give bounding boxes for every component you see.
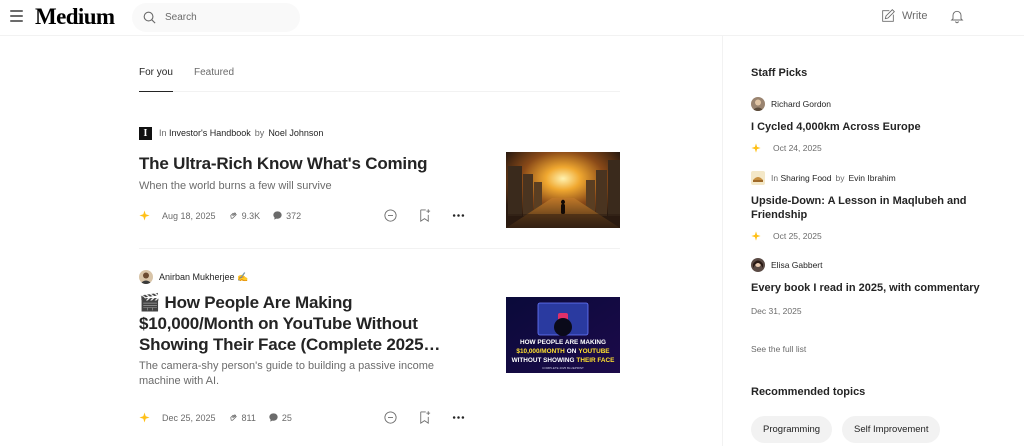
bookmark-add-icon[interactable]: [417, 410, 432, 425]
clap-count[interactable]: 811: [228, 412, 256, 423]
member-sparkle-icon: [139, 412, 150, 423]
article-subtitle[interactable]: When the world burns a few will survive: [139, 179, 469, 194]
publish-date: Dec 31, 2025: [751, 306, 802, 316]
article-title[interactable]: 🎬 How People Are Making $10,000/Month on…: [139, 292, 469, 355]
avatar[interactable]: [139, 270, 153, 284]
article-thumbnail[interactable]: [506, 152, 620, 228]
topic-chips: Programming Self Improvement: [751, 416, 941, 443]
topic-chip-self-improvement[interactable]: Self Improvement: [842, 416, 941, 443]
right-sidebar: Staff Picks Richard Gordon I Cycled 4,00…: [722, 36, 1024, 446]
publish-date: Aug 18, 2025: [162, 210, 216, 221]
article-card[interactable]: I In Investor's Handbook by Noel Johnson…: [139, 126, 620, 228]
write-label: Write: [902, 10, 928, 22]
thumb-line-4: COMPLETE 2025 BLUEPRINT: [542, 366, 584, 370]
article-title[interactable]: The Ultra-Rich Know What's Coming: [139, 153, 479, 175]
tab-featured[interactable]: Featured: [194, 67, 234, 78]
article-divider: [139, 248, 620, 249]
article-meta: Anirban Mukherjee ✍: [139, 270, 620, 284]
article-stats: Aug 18, 2025 9.3K 372: [139, 210, 313, 221]
staff-pick-item[interactable]: In Sharing Food by Evin Ibrahim Upside-D…: [751, 171, 981, 241]
tab-for-you[interactable]: For you: [139, 67, 173, 92]
clap-count[interactable]: 9.3K: [228, 210, 260, 221]
comment-count[interactable]: 372: [272, 210, 301, 221]
author-name[interactable]: Richard Gordon: [771, 99, 831, 109]
more-options-icon[interactable]: [451, 208, 466, 223]
publish-date: Oct 25, 2025: [773, 231, 822, 241]
svg-text:$10,000/MONTHONYOUTUBE: $10,000/MONTH ON YOUTUBE: [516, 348, 610, 355]
top-header: Medium Write: [0, 0, 1024, 36]
staff-pick-item[interactable]: Richard Gordon I Cycled 4,000km Across E…: [751, 97, 981, 153]
article-actions: [383, 410, 466, 425]
member-sparkle-icon: [751, 231, 761, 241]
staff-pick-item[interactable]: Elisa Gabbert Every book I read in 2025,…: [751, 258, 981, 316]
author-name[interactable]: Evin Ibrahim: [849, 173, 896, 183]
pick-title[interactable]: I Cycled 4,000km Across Europe: [751, 120, 981, 134]
search-bar[interactable]: [132, 3, 300, 32]
publication-name[interactable]: Sharing Food: [780, 173, 831, 183]
clap-icon: [229, 212, 237, 219]
publication-name[interactable]: Investor's Handbook: [169, 128, 251, 138]
author-name[interactable]: Elisa Gabbert: [771, 260, 823, 270]
author-name[interactable]: Anirban Mukherjee ✍: [159, 272, 248, 283]
pick-title[interactable]: Every book I read in 2025, with commenta…: [751, 281, 981, 295]
show-less-icon[interactable]: [383, 208, 398, 223]
menu-icon[interactable]: [10, 10, 23, 22]
clap-icon: [229, 414, 237, 421]
publish-date: Oct 24, 2025: [773, 143, 822, 153]
see-full-list-link[interactable]: See the full list: [751, 344, 806, 354]
article-actions: [383, 208, 466, 223]
avatar[interactable]: [751, 258, 765, 272]
article-card[interactable]: Anirban Mukherjee ✍ 🎬 How People Are Mak…: [139, 270, 620, 424]
article-stats: Dec 25, 2025 811 25: [139, 412, 304, 423]
article-thumbnail[interactable]: HOW PEOPLE ARE MAKING $10,000/MONTH ON YOU…: [506, 297, 620, 373]
notification-bell-icon[interactable]: [949, 8, 965, 24]
author-name[interactable]: Noel Johnson: [268, 128, 323, 138]
write-button[interactable]: Write: [880, 8, 927, 24]
comment-icon: [269, 413, 278, 422]
more-options-icon[interactable]: [451, 410, 466, 425]
thumb-line-1: HOW PEOPLE ARE MAKING: [520, 339, 606, 346]
feed-tabs: For you Featured: [139, 60, 620, 92]
avatar[interactable]: [751, 97, 765, 111]
comment-icon: [273, 211, 282, 220]
article-subtitle[interactable]: The camera-shy person's guide to buildin…: [139, 359, 469, 389]
pick-title[interactable]: Upside-Down: A Lesson in Maqlubeh and Fr…: [751, 194, 981, 222]
topic-chip-programming[interactable]: Programming: [751, 416, 833, 443]
search-input[interactable]: [165, 12, 285, 23]
svg-text:WITHOUT SHOWINGTHEIR FACE: WITHOUT SHOWING THEIR FACE: [512, 357, 616, 364]
medium-logo[interactable]: Medium: [35, 4, 115, 30]
recommended-topics-heading: Recommended topics: [751, 386, 866, 398]
show-less-icon[interactable]: [383, 410, 398, 425]
search-icon: [143, 11, 156, 24]
article-meta: I In Investor's Handbook by Noel Johnson: [139, 126, 620, 140]
member-sparkle-icon: [751, 143, 761, 153]
publication-logo[interactable]: [751, 171, 765, 185]
publish-date: Dec 25, 2025: [162, 412, 216, 423]
write-icon: [882, 9, 895, 22]
staff-picks-heading: Staff Picks: [751, 67, 808, 79]
member-sparkle-icon: [139, 210, 150, 221]
bookmark-add-icon[interactable]: [417, 208, 432, 223]
comment-count[interactable]: 25: [268, 412, 292, 423]
publication-logo[interactable]: I: [139, 126, 152, 140]
